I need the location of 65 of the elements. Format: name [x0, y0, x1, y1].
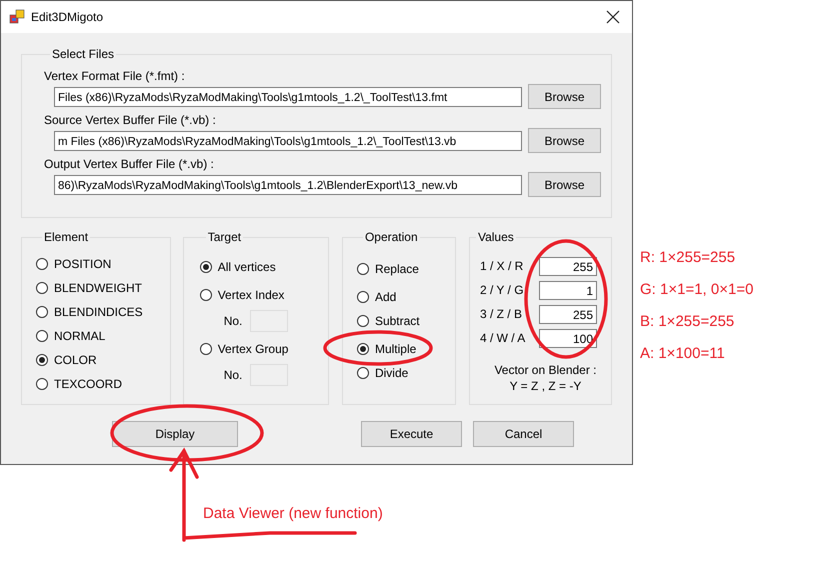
field-label: No. [224, 314, 242, 328]
radio-button[interactable] [36, 354, 48, 366]
radio-button[interactable] [36, 258, 48, 270]
value-field[interactable]: 255 [539, 256, 597, 276]
option-label[interactable]: Multiple [374, 342, 416, 356]
field-label: 1 / X / R [480, 259, 524, 273]
annotation-text: R: 1×255=255 [640, 249, 736, 267]
field-label: No. [224, 368, 242, 382]
radio-button[interactable] [356, 367, 369, 379]
value-field[interactable]: 1 [539, 280, 597, 300]
radio-button[interactable] [36, 378, 48, 390]
note-text: Vector on Blender : [494, 362, 597, 378]
radio-button[interactable] [356, 291, 369, 303]
window-title: Edit3DMigoto [31, 10, 104, 24]
radio-button[interactable] [36, 330, 48, 342]
option-label[interactable]: POSITION [54, 257, 112, 271]
option-label[interactable]: Divide [374, 366, 408, 380]
browse-button[interactable]: Browse [528, 84, 601, 109]
value-field[interactable]: 100 [539, 328, 597, 348]
field-label: 4 / W / A [480, 331, 526, 345]
option-label[interactable]: Replace [374, 262, 419, 276]
radio-button[interactable] [36, 306, 48, 318]
radio-button[interactable] [200, 289, 212, 301]
browse-button[interactable]: Browse [528, 172, 601, 197]
radio-button[interactable] [200, 261, 212, 273]
annotation-text: B: 1×255=255 [640, 313, 736, 331]
execute-button[interactable]: Execute [361, 421, 462, 447]
field-label: 2 / Y / G [480, 283, 524, 297]
value-field[interactable]: 255 [539, 304, 597, 324]
option-label[interactable]: Subtract [374, 314, 420, 328]
annotation-text: A: 1×100=11 [640, 345, 726, 363]
annotation-text: Data Viewer (new function) [203, 505, 383, 522]
field-label: Source Vertex Buffer File (*.vb) : [44, 113, 217, 128]
display-button[interactable]: Display [112, 421, 238, 447]
close-icon[interactable] [606, 10, 620, 24]
option-label[interactable]: Vertex Index [218, 288, 284, 302]
field-label: Vertex Format File (*.fmt) : [44, 69, 186, 84]
option-label[interactable]: BLENDWEIGHT [54, 281, 142, 295]
group-title: Target [206, 230, 242, 244]
cancel-button[interactable]: Cancel [473, 421, 574, 447]
option-label[interactable]: TEXCOORD [54, 377, 122, 391]
group-title: Operation [364, 230, 419, 244]
option-label[interactable]: All vertices [218, 260, 276, 274]
field-label: 3 / Z / B [480, 307, 522, 321]
browse-button[interactable]: Browse [528, 128, 601, 153]
radio-button[interactable] [356, 343, 369, 355]
option-label[interactable]: Add [374, 290, 396, 304]
option-label[interactable]: BLENDINDICES [54, 305, 143, 319]
file-path-field[interactable]: Files (x86)\RyzaMods\RyzaModMaking\Tools\g1mtools_1.2\_ToolTest\13.fmt [54, 86, 522, 106]
app-icon [9, 9, 25, 25]
note-text: Y = Z , Z = -Y [510, 378, 582, 394]
option-label[interactable]: COLOR [54, 353, 97, 367]
file-path-field[interactable]: 86)\RyzaMods\RyzaModMaking\Tools\g1mtools_1.2\BlenderExport\13_new.vb [54, 174, 522, 194]
file-path-field[interactable]: m Files (x86)\RyzaMods\RyzaModMaking\Tools\g1mtools_1.2\_ToolTest\13.vb [54, 130, 522, 150]
annotation-text: G: 1×1=1, 0×1=0 [640, 281, 754, 299]
option-label[interactable]: NORMAL [54, 329, 106, 343]
radio-button[interactable] [356, 315, 369, 327]
group-title: Element [43, 230, 90, 244]
group-title: Values [476, 230, 515, 244]
option-label[interactable]: Vertex Group [218, 342, 288, 356]
radio-button[interactable] [356, 263, 369, 275]
field-label: Output Vertex Buffer File (*.vb) : [44, 157, 215, 172]
group-title: Select Files [51, 47, 116, 61]
radio-button[interactable] [200, 343, 212, 355]
radio-button[interactable] [36, 282, 48, 294]
